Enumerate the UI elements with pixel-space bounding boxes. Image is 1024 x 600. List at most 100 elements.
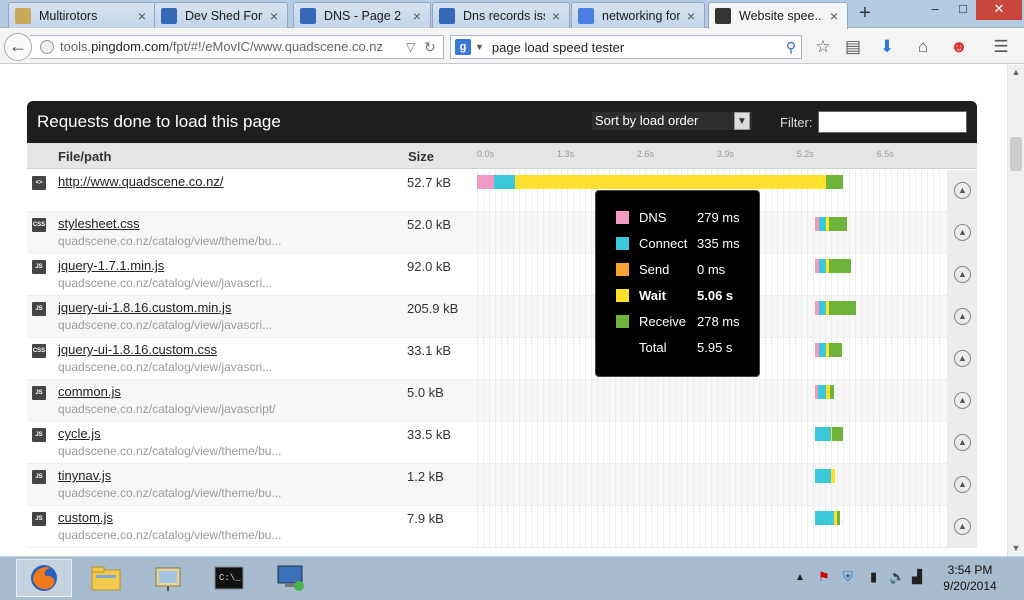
request-file-link[interactable]: cycle.js <box>58 426 101 441</box>
volume-icon[interactable]: 🔈 <box>889 569 905 585</box>
expand-row-button[interactable]: ▲ <box>947 506 977 548</box>
request-waterfall[interactable] <box>477 380 945 422</box>
expand-row-button[interactable]: ▲ <box>947 380 977 422</box>
close-tab-icon[interactable]: × <box>549 8 563 24</box>
chevron-down-icon[interactable]: ▼ <box>734 112 750 130</box>
timing-bar-connect[interactable] <box>818 217 827 231</box>
request-waterfall[interactable] <box>477 422 945 464</box>
timing-bar-connect[interactable] <box>815 427 832 441</box>
expand-row-button[interactable]: ▲ <box>947 170 977 212</box>
request-file-link[interactable]: jquery-ui-1.8.16.custom.css <box>58 342 217 357</box>
expand-row-button[interactable]: ▲ <box>947 296 977 338</box>
google-search-engine-icon[interactable]: g <box>455 39 471 55</box>
timing-bar-receive[interactable] <box>828 301 857 315</box>
tab-4[interactable]: Dns records issue × <box>432 2 570 28</box>
network-signal-icon[interactable]: ▟ <box>912 569 922 585</box>
downloads-icon[interactable]: ⬇ <box>876 36 898 58</box>
tab-6[interactable]: Website spee... × <box>708 2 848 29</box>
request-row[interactable]: JS cycle.js quadscene.co.nz/catalog/view/t… <box>27 422 977 464</box>
taskbar-presentation[interactable] <box>140 559 196 597</box>
timing-bar-receive[interactable] <box>830 385 834 399</box>
timing-bar-receive[interactable] <box>828 217 848 231</box>
close-window-button[interactable]: ✕ <box>976 0 1022 20</box>
show-hidden-icons-icon[interactable]: ▲ <box>795 572 805 583</box>
request-waterfall[interactable] <box>477 506 945 548</box>
bookmark-star-icon[interactable]: ☆ <box>812 36 834 58</box>
request-row[interactable]: JS custom.js quadscene.co.nz/catalog/view/… <box>27 506 977 548</box>
request-row[interactable]: JS common.js quadscene.co.nz/catalog/view/… <box>27 380 977 422</box>
timing-bar-connect[interactable] <box>818 343 827 357</box>
menu-icon[interactable]: ☰ <box>990 36 1012 58</box>
request-row[interactable]: JS jquery-1.7.1.min.js quadscene.co.nz/cat… <box>27 254 977 296</box>
request-row[interactable]: CSS stylesheet.css quadscene.co.nz/catalog… <box>27 212 977 254</box>
battery-icon[interactable]: ▮ <box>870 569 877 585</box>
security-shield-icon[interactable]: ⛨ <box>843 569 853 585</box>
history-dropdown-icon[interactable]: ▽ <box>406 36 415 58</box>
file-column-header[interactable]: File/path <box>58 149 111 164</box>
addon-icon[interactable]: ☻ <box>948 36 970 58</box>
taskbar-file-explorer[interactable] <box>78 559 134 597</box>
timing-bar-connect[interactable] <box>815 511 834 525</box>
close-tab-icon[interactable]: × <box>827 8 841 24</box>
timing-bar-connect[interactable] <box>494 175 515 189</box>
scrollbar-thumb[interactable] <box>1010 137 1022 171</box>
timing-bar-connect[interactable] <box>818 259 827 273</box>
scroll-up-arrow-icon[interactable]: ▲ <box>1008 67 1024 77</box>
filter-input[interactable] <box>818 111 967 133</box>
search-bar[interactable]: g ▼ page load speed tester ⚲ <box>450 35 802 59</box>
close-tab-icon[interactable]: × <box>135 8 149 24</box>
request-file-link[interactable]: http://www.quadscene.co.nz/ <box>58 174 223 189</box>
sort-select[interactable]: Sort by load order ▼ <box>592 112 752 130</box>
timing-bar-connect[interactable] <box>815 469 832 483</box>
taskbar-remote-desktop[interactable] <box>263 559 319 597</box>
taskbar-command-prompt[interactable]: C:\_ <box>201 559 257 597</box>
maximize-button[interactable]: □ <box>950 0 976 20</box>
timing-bar-receive[interactable] <box>828 259 851 273</box>
search-icon[interactable]: ⚲ <box>781 39 801 56</box>
timing-bar-receive[interactable] <box>832 427 843 441</box>
minimize-button[interactable]: – <box>920 0 950 20</box>
expand-row-button[interactable]: ▲ <box>947 422 977 464</box>
timing-bar-dns[interactable] <box>477 175 495 189</box>
close-tab-icon[interactable]: × <box>410 8 424 24</box>
request-row[interactable]: CSS jquery-ui-1.8.16.custom.css quadscene.… <box>27 338 977 380</box>
tab-5[interactable]: networking foru... × <box>571 2 705 28</box>
request-file-link[interactable]: common.js <box>58 384 121 399</box>
action-center-icon[interactable]: ⚑ <box>818 569 830 585</box>
timing-bar-connect[interactable] <box>817 385 827 399</box>
back-button[interactable]: ← <box>4 33 32 61</box>
request-row[interactable]: JS jquery-ui-1.8.16.custom.min.js quadscen… <box>27 296 977 338</box>
expand-row-button[interactable]: ▲ <box>947 254 977 296</box>
taskbar-firefox[interactable] <box>16 559 72 597</box>
request-file-link[interactable]: tinynav.js <box>58 468 111 483</box>
timing-bar-connect[interactable] <box>818 301 827 315</box>
request-file-link[interactable]: jquery-ui-1.8.16.custom.min.js <box>58 300 231 315</box>
search-input[interactable]: page load speed tester <box>492 40 781 55</box>
bookmarks-list-icon[interactable]: ▤ <box>842 36 864 58</box>
new-tab-button[interactable]: + <box>852 2 878 26</box>
vertical-scrollbar[interactable]: ▲ ▼ <box>1007 65 1024 556</box>
request-row[interactable]: JS tinynav.js quadscene.co.nz/catalog/view… <box>27 464 977 506</box>
tab-2[interactable]: Dev Shed Forums × <box>154 2 288 28</box>
timing-bar-receive[interactable] <box>825 175 844 189</box>
close-tab-icon[interactable]: × <box>267 8 281 24</box>
size-column-header[interactable]: Size <box>408 149 434 164</box>
timing-bar-receive[interactable] <box>836 511 840 525</box>
address-bar[interactable]: tools.pingdom.com/fpt/#!/eMovIC/www.quad… <box>30 35 444 59</box>
reload-icon[interactable]: ↻ <box>424 36 436 58</box>
expand-row-button[interactable]: ▲ <box>947 338 977 380</box>
expand-row-button[interactable]: ▲ <box>947 464 977 506</box>
request-row[interactable]: <> http://www.quadscene.co.nz/52.7 kB ▲ <box>27 170 977 212</box>
search-engine-dropdown-icon[interactable]: ▼ <box>475 42 484 52</box>
timing-bar-receive[interactable] <box>828 343 843 357</box>
request-file-link[interactable]: custom.js <box>58 510 113 525</box>
timing-bar-wait[interactable] <box>831 469 835 483</box>
close-tab-icon[interactable]: × <box>684 8 698 24</box>
home-icon[interactable]: ⌂ <box>912 36 934 58</box>
system-clock[interactable]: 3:54 PM 9/20/2014 <box>940 562 1000 594</box>
request-file-link[interactable]: jquery-1.7.1.min.js <box>58 258 164 273</box>
tab-1[interactable]: Multirotors × <box>8 2 156 28</box>
request-waterfall[interactable] <box>477 464 945 506</box>
url-text[interactable]: tools.pingdom.com/fpt/#!/eMovIC/www.quad… <box>60 36 383 58</box>
expand-row-button[interactable]: ▲ <box>947 212 977 254</box>
